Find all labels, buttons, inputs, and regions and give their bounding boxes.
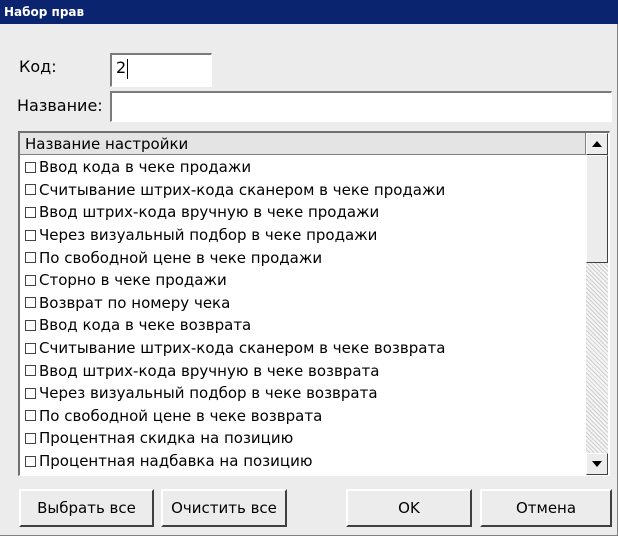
list-item-label: Ввод штрих-кода вручную в чеке продажи	[39, 203, 380, 222]
checkbox[interactable]	[25, 184, 36, 196]
cancel-button[interactable]: Отмена	[480, 489, 612, 527]
checkbox[interactable]	[25, 342, 36, 354]
list-item[interactable]: Ввод штрих-кода вручную в чеке продажи	[20, 201, 586, 224]
checkbox[interactable]	[25, 297, 36, 309]
checkbox[interactable]	[25, 206, 36, 218]
list-item-label: Через визуальный подбор в чеке возврата	[39, 384, 378, 403]
scroll-up-button[interactable]	[586, 133, 608, 155]
rights-list: Ввод кода в чеке продажи Считывание штрих…	[20, 156, 586, 472]
column-header-setting-name[interactable]: Название настройки	[20, 133, 586, 155]
list-item-label: По свободной цене в чеке возврата	[39, 406, 323, 425]
checkbox[interactable]	[25, 229, 36, 241]
code-field[interactable]: 2	[110, 53, 212, 87]
list-item-label: Ввод кода в чеке возврата	[39, 316, 252, 335]
list-item[interactable]: По свободной цене в чеке возврата	[20, 405, 586, 428]
list-item[interactable]: Считывание штрих-кода сканером в чеке пр…	[20, 179, 586, 202]
checkbox[interactable]	[25, 410, 36, 422]
ok-button[interactable]: OK	[346, 489, 472, 527]
list-item-label: Процентная надбавка на позицию	[39, 452, 313, 471]
name-label: Название:	[17, 96, 103, 115]
list-item[interactable]: Ввод кода в чеке продажи	[20, 156, 586, 179]
list-item[interactable]: По свободной цене в чеке продажи	[20, 246, 586, 269]
list-item-label: Ввод штрих-кода вручную в чеке возврата	[39, 361, 380, 380]
code-value: 2	[116, 58, 127, 77]
list-item-label: По свободной цене в чеке продажи	[39, 248, 323, 267]
vertical-scrollbar[interactable]	[586, 133, 608, 475]
checkbox[interactable]	[25, 252, 36, 264]
list-item-label: Возврат по номеру чека	[39, 293, 231, 312]
list-item[interactable]: Процентная скидка на позицию	[20, 427, 586, 450]
list-item-label: Сторно в чеке продажи	[39, 271, 227, 290]
scroll-down-button[interactable]	[586, 453, 608, 475]
list-item[interactable]: Ввод штрих-кода вручную в чеке возврата	[20, 359, 586, 382]
name-field[interactable]	[110, 91, 612, 122]
checkbox[interactable]	[25, 319, 36, 331]
checkbox[interactable]	[25, 161, 36, 173]
text-caret	[127, 58, 129, 79]
list-item-label: Считывание штрих-кода сканером в чеке во…	[39, 339, 446, 358]
scrollbar-thumb[interactable]	[586, 155, 608, 263]
list-item[interactable]: Через визуальный подбор в чеке возврата	[20, 382, 586, 405]
checkbox[interactable]	[25, 365, 36, 377]
code-label: Код:	[19, 57, 57, 76]
list-item[interactable]: Ввод кода в чеке возврата	[20, 314, 586, 337]
list-item[interactable]: Считывание штрих-кода сканером в чеке во…	[20, 337, 586, 360]
clear-all-button[interactable]: Очистить все	[161, 489, 287, 527]
list-item[interactable]: Возврат по номеру чека	[20, 292, 586, 315]
window-title: Набор прав	[0, 0, 618, 24]
list-item-label: Процентная скидка на позицию	[39, 429, 294, 448]
list-item[interactable]: Через визуальный подбор в чеке продажи	[20, 224, 586, 247]
checkbox[interactable]	[25, 274, 36, 286]
arrow-down-icon	[592, 461, 602, 467]
rights-set-dialog: Набор прав Код: 2 Название: Название нас…	[0, 0, 618, 536]
list-item-label: Ввод кода в чеке продажи	[39, 158, 252, 177]
list-item[interactable]: Процентная надбавка на позицию	[20, 450, 586, 473]
list-item-label: Считывание штрих-кода сканером в чеке пр…	[39, 180, 446, 199]
checkbox[interactable]	[25, 432, 36, 444]
select-all-button[interactable]: Выбрать все	[19, 489, 154, 527]
checkbox[interactable]	[25, 455, 36, 467]
list-item[interactable]: Сторно в чеке продажи	[20, 269, 586, 292]
rights-listbox[interactable]: Название настройки Ввод кода в чеке прод…	[18, 131, 610, 476]
checkbox[interactable]	[25, 387, 36, 399]
list-item-label: Через визуальный подбор в чеке продажи	[39, 226, 378, 245]
arrow-up-icon	[592, 141, 602, 147]
